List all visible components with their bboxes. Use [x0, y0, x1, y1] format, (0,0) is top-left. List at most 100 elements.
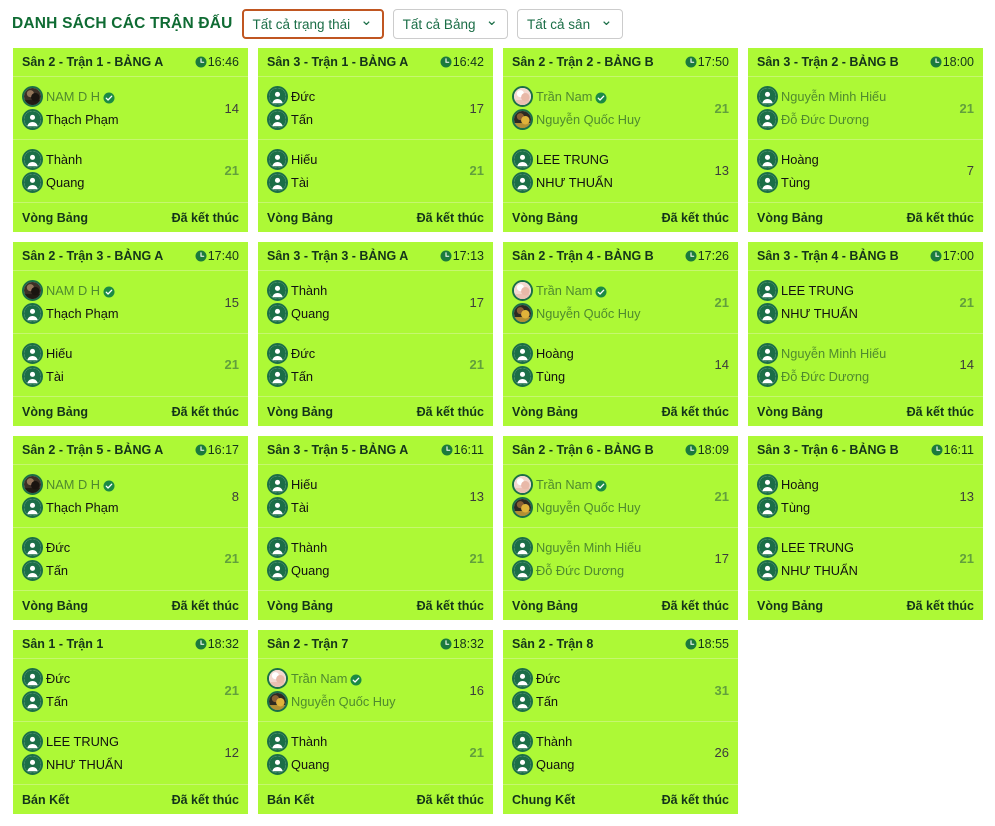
match-card[interactable]: Sân 2 - Trận 4 - BẢNG B 17:26 Trần Nam Nguy…: [502, 241, 739, 427]
match-round: Bán Kết: [267, 792, 315, 807]
team-players: NAM D H Thạch Phạm: [22, 474, 226, 518]
player-row: NAM D H: [22, 86, 219, 107]
match-card-footer: Vòng Bảng Đã kết thúc: [258, 396, 493, 426]
match-time-text: 17:26: [697, 249, 729, 263]
team-players: Thành Quang: [22, 148, 219, 193]
match-card-footer: Vòng Bảng Đã kết thúc: [13, 590, 248, 620]
player-name: Thạch Phạm: [46, 112, 119, 127]
person-icon: [757, 365, 778, 387]
match-time-text: 18:09: [697, 443, 729, 457]
player-row: Tùng: [757, 497, 954, 518]
player-row: NAM D H: [22, 280, 219, 301]
clock-icon: [930, 56, 942, 68]
team-score: 31: [714, 682, 729, 698]
match-round: Vòng Bảng: [22, 598, 88, 613]
player-name: Nguyễn Minh Hiếu: [781, 89, 887, 104]
player-name: Hoàng: [781, 477, 819, 492]
match-card-header: Sân 3 - Trận 6 - BẢNG B 16:11: [748, 436, 983, 465]
player-row: Thạch Phạm: [22, 109, 219, 130]
filter-dropdown-3[interactable]: Tất cả sân ⌄: [517, 9, 623, 39]
match-time: 17:40: [195, 249, 239, 263]
match-teams: Trần Nam Nguyễn Quốc Huy 21 LEE TRUNG NHƯ TH…: [503, 77, 738, 202]
match-teams: Trần Nam Nguyễn Quốc Huy 16 Thành Quang 21: [258, 659, 493, 784]
match-card[interactable]: Sân 2 - Trận 6 - BẢNG B 18:09 Trần Nam Nguy…: [502, 435, 739, 621]
chevron-down-icon: ⌄: [485, 11, 499, 29]
match-card[interactable]: Sân 2 - Trận 1 - BẢNG A 16:46 NAM D H Thạch…: [12, 47, 249, 233]
person-icon: [267, 86, 288, 107]
match-title: Sân 1 - Trận 1: [22, 637, 104, 651]
match-time-text: 18:55: [697, 637, 729, 651]
player-row: Trần Nam: [512, 474, 709, 495]
player-row: Nguyễn Minh Hiếu: [512, 536, 709, 558]
team-row: LEE TRUNG NHƯ THUẨN 12: [13, 722, 248, 784]
match-card[interactable]: Sân 1 - Trận 1 18:32 Đức Tấn 21 LEE TRUNG NHƯ …: [12, 629, 249, 815]
player-avatar-photo: [512, 109, 533, 130]
player-name: Trần Nam: [536, 477, 593, 492]
verified-badge-icon: [103, 91, 115, 103]
team-score: 14: [714, 357, 729, 372]
match-round: Vòng Bảng: [757, 210, 823, 225]
team-players: Đức Tấn: [267, 342, 464, 387]
clock-icon: [930, 250, 942, 262]
match-card-header: Sân 2 - Trận 2 - BẢNG B 17:50: [503, 48, 738, 77]
match-card[interactable]: Sân 2 - Trận 8 18:55 Đức Tấn 31 Thành Quang 26 C…: [502, 629, 739, 815]
team-players: Đức Tấn: [267, 86, 464, 130]
match-time: 16:42: [440, 55, 484, 69]
player-name: Đức: [46, 671, 71, 686]
team-row: LEE TRUNG NHƯ THUẨN 21: [748, 528, 983, 590]
player-avatar-photo: [22, 86, 43, 107]
match-card[interactable]: Sân 3 - Trận 3 - BẢNG A 17:13 Thành Quang 17…: [257, 241, 494, 427]
player-name: Hoàng: [781, 151, 819, 167]
player-row: Quang: [267, 559, 464, 581]
match-card[interactable]: Sân 2 - Trận 3 - BẢNG A 17:40 NAM D H Thạch…: [12, 241, 249, 427]
player-row: NAM D H: [22, 474, 226, 495]
match-card[interactable]: Sân 3 - Trận 4 - BẢNG B 17:00 LEE TRUNG NHƯ…: [747, 241, 984, 427]
match-card[interactable]: Sân 2 - Trận 5 - BẢNG A 16:17 NAM D H Thạch…: [12, 435, 249, 621]
person-icon: [267, 365, 288, 387]
page-title: DANH SÁCH CÁC TRẬN ĐẤU: [12, 15, 233, 32]
person-icon: [22, 365, 43, 387]
player-name: Quang: [536, 756, 575, 772]
match-teams: Đức Tấn 17 Hiếu Tài 21: [258, 77, 493, 202]
team-players: LEE TRUNG NHƯ THUẨN: [757, 536, 954, 581]
person-icon: [267, 171, 288, 193]
match-round: Vòng Bảng: [267, 210, 333, 225]
match-card[interactable]: Sân 3 - Trận 1 - BẢNG A 16:42 Đức Tấn 17 Hiếu…: [257, 47, 494, 233]
match-card[interactable]: Sân 3 - Trận 2 - BẢNG B 18:00 Nguyễn Minh …: [747, 47, 984, 233]
person-icon: [22, 303, 43, 324]
player-name: Thành: [291, 733, 328, 749]
match-time-text: 18:32: [452, 637, 484, 651]
team-players: Thành Quang: [267, 730, 464, 775]
player-row: Tùng: [512, 365, 709, 387]
player-row: Hiếu: [267, 474, 464, 495]
match-card-footer: Vòng Bảng Đã kết thúc: [748, 396, 983, 426]
player-avatar-photo: [267, 668, 288, 689]
match-teams: Trần Nam Nguyễn Quốc Huy 21 Nguyễn Minh Hiế…: [503, 465, 738, 590]
team-score: 15: [224, 294, 239, 310]
player-row: LEE TRUNG: [757, 280, 954, 301]
player-name: Trần Nam: [536, 283, 593, 298]
match-round: Bán Kết: [22, 792, 70, 807]
person-icon: [267, 303, 288, 324]
match-card[interactable]: Sân 3 - Trận 5 - BẢNG A 16:11 Hiếu Tài 13 Thà…: [257, 435, 494, 621]
team-row: Nguyễn Minh Hiếu Đỗ Đức Dương 21: [748, 78, 983, 140]
match-card[interactable]: Sân 2 - Trận 2 - BẢNG B 17:50 Trần Nam Nguy…: [502, 47, 739, 233]
player-row: Trần Nam: [512, 86, 709, 107]
player-name: Nguyễn Minh Hiếu: [781, 345, 887, 361]
person-icon: [512, 148, 533, 170]
match-card-header: Sân 3 - Trận 4 - BẢNG B 17:00: [748, 242, 983, 271]
match-status: Đã kết thúc: [171, 598, 239, 613]
team-score: 21: [714, 100, 729, 116]
filter-dropdown-1[interactable]: Tất cả trạng thái ⌄: [241, 9, 384, 39]
player-name: Thành: [46, 151, 83, 167]
match-time: 18:00: [930, 55, 974, 69]
match-card[interactable]: Sân 2 - Trận 7 18:32 Trần Nam Nguyễn Quốc H…: [257, 629, 494, 815]
match-card[interactable]: Sân 3 - Trận 6 - BẢNG B 16:11 Hoàng Tùng 13 L…: [747, 435, 984, 621]
match-status: Đã kết thúc: [416, 598, 484, 613]
person-icon: [512, 753, 533, 775]
player-name: Hoàng: [536, 345, 574, 361]
team-row: Hoàng Tùng 14: [503, 334, 738, 396]
match-card-header: Sân 1 - Trận 1 18:32: [13, 630, 248, 659]
player-name: Thạch Phạm: [46, 306, 119, 321]
filter-dropdown-2[interactable]: Tất cả Bảng ⌄: [392, 9, 509, 39]
